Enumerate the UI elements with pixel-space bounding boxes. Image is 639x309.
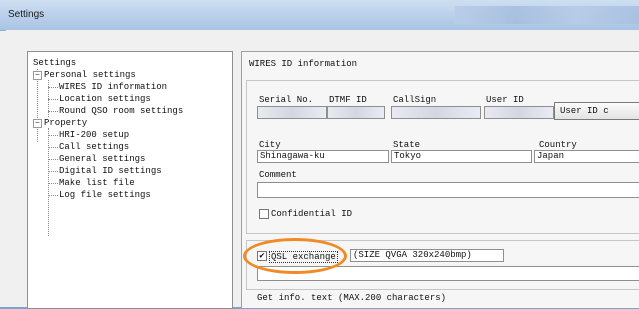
serial-no-label: Serial No.	[259, 95, 314, 105]
tree-group-property[interactable]: Property	[44, 118, 87, 128]
user-id-button[interactable]: User ID c	[554, 102, 639, 120]
confidential-id-label: Confidential ID	[271, 209, 353, 219]
tree-connector	[48, 87, 58, 88]
title-bar[interactable]: Settings	[0, 0, 639, 31]
user-id-field[interactable]	[484, 106, 554, 119]
tree-root-settings[interactable]: Settings	[33, 58, 76, 68]
tree-connector	[48, 147, 58, 148]
tree-connector	[48, 159, 58, 160]
tree-item-wires-id-information[interactable]: WIRES ID information	[59, 82, 167, 92]
tree-connector	[48, 183, 58, 184]
tree-item-digital-id-settings[interactable]: Digital ID settings	[59, 166, 162, 176]
settings-tree[interactable]: Settings − Personal settings WIRES ID in…	[27, 51, 233, 309]
tree-item-hri-200-setup[interactable]: HRI-200 setup	[59, 130, 129, 140]
collapse-icon[interactable]: −	[33, 119, 42, 128]
city-field[interactable]: Shinagawa-ku	[257, 150, 389, 163]
callsign-label: CallSign	[393, 95, 437, 105]
country-field[interactable]: Japan	[534, 150, 639, 163]
confidential-id-checkbox[interactable]	[259, 209, 269, 219]
qsl-size-field: (SIZE QVGA 320x240bmp)	[350, 249, 504, 262]
title-bar-controls-blurred	[455, 6, 639, 24]
callsign-field[interactable]	[391, 106, 481, 119]
get-info-label: Get info. text (MAX.200 characters)	[257, 293, 447, 303]
tree-item-make-list-file[interactable]: Make list file	[59, 178, 135, 188]
state-field[interactable]: Tokyo	[391, 150, 532, 163]
country-label: Country	[539, 140, 577, 150]
tree-item-call-settings[interactable]: Call settings	[59, 142, 129, 152]
comment-label: Comment	[259, 170, 297, 180]
state-label: State	[393, 140, 421, 150]
tree-connector	[48, 195, 58, 196]
settings-window: Settings Settings − Personal settings WI…	[0, 0, 639, 309]
dtmf-id-field[interactable]	[327, 106, 385, 119]
tree-connector	[48, 171, 58, 172]
user-id-label: User ID	[486, 95, 524, 105]
comment-field[interactable]	[257, 182, 639, 198]
tree-item-general-settings[interactable]: General settings	[59, 154, 145, 164]
collapse-icon[interactable]: −	[33, 71, 42, 80]
highlight-oval	[243, 238, 347, 274]
tree-item-round-qso-room-settings[interactable]: Round QSO room settings	[59, 106, 183, 116]
tree-item-log-file-settings[interactable]: Log file settings	[59, 190, 151, 200]
tree-connector	[48, 99, 58, 100]
window-title: Settings	[8, 9, 45, 20]
tree-connector	[48, 135, 58, 136]
tree-group-personal-settings[interactable]: Personal settings	[44, 70, 136, 80]
serial-no-field[interactable]	[257, 106, 327, 119]
tree-connector	[48, 128, 49, 236]
city-label: City	[259, 140, 281, 150]
panel-heading: WIRES ID information	[249, 59, 358, 69]
tree-item-location-settings[interactable]: Location settings	[59, 94, 151, 104]
dtmf-id-label: DTMF ID	[329, 95, 367, 105]
tree-connector	[48, 111, 58, 112]
